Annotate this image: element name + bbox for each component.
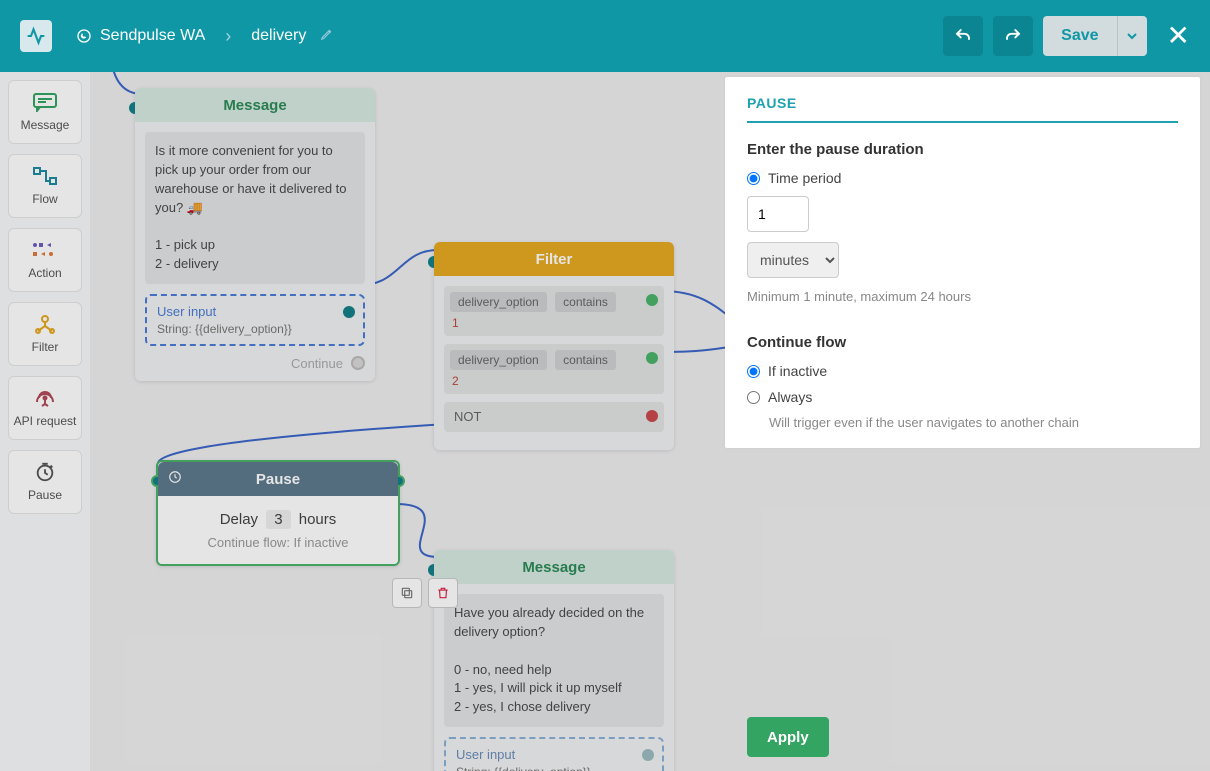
- node-title: Pause: [158, 462, 398, 496]
- rule-op: contains: [555, 292, 616, 312]
- filter-rule-not[interactable]: NOT: [444, 402, 664, 432]
- if-inactive-label: If inactive: [768, 363, 827, 379]
- header-actions: Save ✕: [943, 16, 1190, 56]
- node-message-1[interactable]: Message Is it more convenient for you to…: [135, 88, 375, 381]
- node-title: Message: [135, 88, 375, 122]
- save-button[interactable]: Save: [1043, 16, 1116, 56]
- message-text: Have you already decided on the delivery…: [444, 594, 664, 727]
- sidebar-item-pause[interactable]: Pause: [8, 450, 82, 514]
- redo-button[interactable]: [993, 16, 1033, 56]
- pause-settings-panel: PAUSE Enter the pause duration Time peri…: [725, 77, 1200, 448]
- time-period-radio[interactable]: Time period: [747, 170, 1178, 186]
- pause-icon: [31, 462, 59, 482]
- chevron-right-icon: ›: [225, 26, 231, 47]
- node-message-2[interactable]: Message Have you already decided on the …: [434, 550, 674, 771]
- node-tools: [392, 578, 458, 608]
- filter-rule-2[interactable]: delivery_option contains 2: [444, 344, 664, 394]
- delete-button[interactable]: [428, 578, 458, 608]
- sidebar-item-message[interactable]: Message: [8, 80, 82, 144]
- connector-out[interactable]: [343, 306, 355, 318]
- node-filter[interactable]: Filter delivery_option contains 1 delive…: [434, 242, 674, 450]
- whatsapp-icon: [76, 28, 92, 44]
- undo-button[interactable]: [943, 16, 983, 56]
- logo-icon[interactable]: [20, 20, 52, 52]
- close-icon[interactable]: ✕: [1167, 22, 1190, 50]
- flow-icon: [31, 166, 59, 186]
- pause-title-text: Pause: [256, 471, 300, 488]
- connector-continue[interactable]: [351, 356, 365, 370]
- always-radio-input[interactable]: [747, 391, 760, 404]
- tool-sidebar: Message Flow Action Filter API request P…: [0, 72, 90, 771]
- continue-flow-label: Continue flow: [747, 334, 1178, 351]
- user-input-label: User input: [456, 747, 652, 762]
- rule-op: contains: [555, 350, 616, 370]
- user-input-block[interactable]: User input String: {{delivery_option}}: [444, 737, 664, 771]
- continue-row: Continue: [145, 356, 365, 371]
- filter-icon: [31, 314, 59, 334]
- edit-icon[interactable]: [320, 27, 334, 46]
- message-text: Is it more convenient for you to pick up…: [145, 132, 365, 284]
- time-period-radio-input[interactable]: [747, 172, 760, 185]
- if-inactive-radio-input[interactable]: [747, 365, 760, 378]
- bot-name-text: Sendpulse WA: [100, 27, 205, 45]
- user-input-sub: String: {{delivery_option}}: [456, 765, 652, 771]
- connector-out[interactable]: [646, 294, 658, 306]
- sidebar-label: API request: [14, 414, 77, 428]
- sidebar-item-api[interactable]: API request: [8, 376, 82, 440]
- bot-name[interactable]: Sendpulse WA: [76, 27, 205, 45]
- panel-title: PAUSE: [747, 95, 1178, 123]
- duration-label: Enter the pause duration: [747, 141, 1178, 158]
- api-icon: [31, 388, 59, 408]
- sidebar-label: Flow: [32, 192, 57, 206]
- apply-bar: Apply: [725, 703, 1200, 771]
- if-inactive-radio[interactable]: If inactive: [747, 363, 1178, 379]
- filter-rule-1[interactable]: delivery_option contains 1: [444, 286, 664, 336]
- save-group: Save: [1043, 16, 1146, 56]
- top-header: Sendpulse WA › delivery Save ✕: [0, 0, 1210, 72]
- delay-line: Delay 3 hours: [172, 510, 384, 529]
- sidebar-label: Filter: [32, 340, 59, 354]
- copy-button[interactable]: [392, 578, 422, 608]
- always-hint: Will trigger even if the user navigates …: [769, 415, 1178, 430]
- continue-flow-line: Continue flow: If inactive: [172, 535, 384, 550]
- connector-out[interactable]: [642, 749, 654, 761]
- message-icon: [31, 92, 59, 112]
- not-label: NOT: [450, 407, 485, 426]
- sidebar-label: Pause: [28, 488, 62, 502]
- duration-value-input[interactable]: [747, 196, 809, 232]
- user-input-block[interactable]: User input String: {{delivery_option}}: [145, 294, 365, 346]
- sidebar-item-filter[interactable]: Filter: [8, 302, 82, 366]
- clock-icon: [168, 470, 182, 488]
- sidebar-item-flow[interactable]: Flow: [8, 154, 82, 218]
- node-title: Filter: [434, 242, 674, 276]
- flow-name[interactable]: delivery: [251, 27, 306, 45]
- action-icon: [31, 240, 59, 260]
- rule-field: delivery_option: [450, 350, 547, 370]
- duration-unit-select[interactable]: minutes: [747, 242, 839, 278]
- save-dropdown[interactable]: [1117, 16, 1147, 56]
- always-radio[interactable]: Always: [747, 389, 1178, 405]
- always-label: Always: [768, 389, 812, 405]
- connector-out[interactable]: [646, 352, 658, 364]
- sidebar-label: Action: [28, 266, 61, 280]
- duration-hint: Minimum 1 minute, maximum 24 hours: [747, 288, 1178, 306]
- node-pause[interactable]: Pause Delay 3 hours Continue flow: If in…: [156, 460, 400, 566]
- user-input-sub: String: {{delivery_option}}: [157, 322, 353, 336]
- node-title: Message: [434, 550, 674, 584]
- rule-value: 1: [450, 316, 658, 330]
- time-period-label: Time period: [768, 170, 841, 186]
- sidebar-label: Message: [21, 118, 70, 132]
- connector-out[interactable]: [646, 410, 658, 422]
- user-input-label: User input: [157, 304, 353, 319]
- apply-button[interactable]: Apply: [747, 717, 829, 757]
- rule-field: delivery_option: [450, 292, 547, 312]
- continue-label: Continue: [291, 356, 343, 371]
- rule-value: 2: [450, 374, 658, 388]
- sidebar-item-action[interactable]: Action: [8, 228, 82, 292]
